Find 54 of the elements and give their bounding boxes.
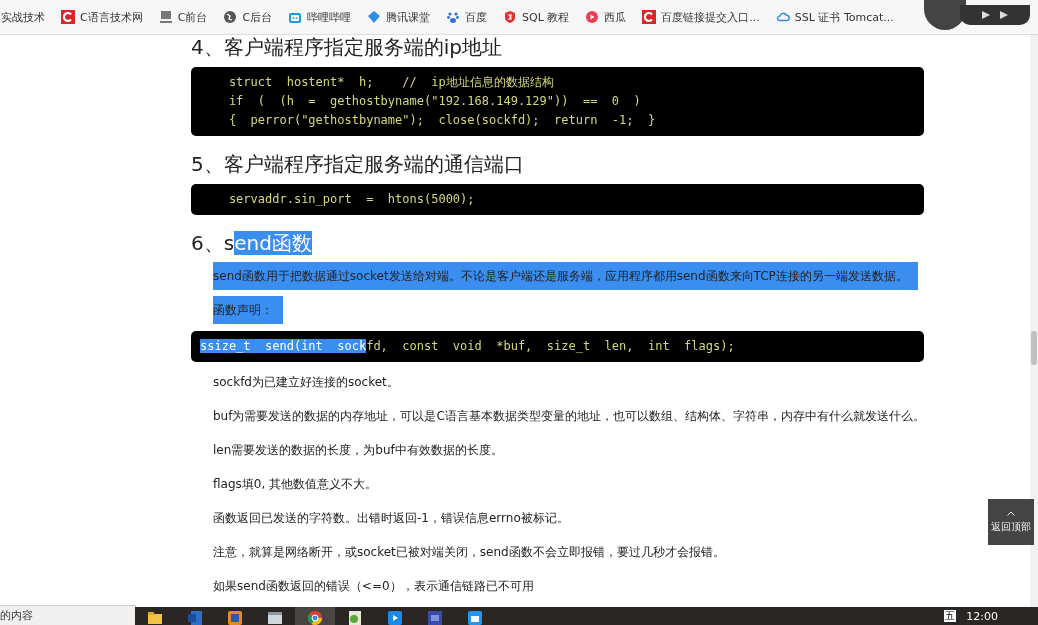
bookmark-link[interactable]: 实战技术: [1, 9, 45, 25]
bookmark-link[interactable]: SQL 教程: [522, 9, 570, 25]
document-icon: [346, 609, 364, 625]
paragraph: len需要发送的数据的长度，为buf中有效数据的长度。: [213, 442, 503, 459]
cloud-icon: [775, 10, 790, 24]
bookmark-link[interactable]: C语言技术网: [80, 9, 143, 25]
bookmark-link[interactable]: 哔哩哔哩: [307, 9, 352, 25]
caret-up-icon: [1007, 510, 1015, 516]
folder-icon: [146, 609, 164, 625]
taskbar-app[interactable]: [295, 607, 335, 625]
code-block: servaddr.sin_port = htons(5000);: [191, 184, 924, 215]
bookmark-link[interactable]: 腾讯课堂: [386, 9, 431, 25]
clock[interactable]: 12:00: [966, 609, 998, 623]
bookmark-link[interactable]: 百度: [465, 9, 488, 25]
paragraph: sockfd为已建立好连接的socket。: [213, 374, 399, 391]
globe-icon: [223, 10, 238, 24]
diamond-icon: [367, 10, 382, 24]
tv-icon: [288, 10, 303, 24]
status-bubble: 的内容: [0, 605, 136, 625]
section-heading: 5、客户端程序指定服务端的通信端口: [191, 152, 525, 177]
window-icon: [266, 609, 284, 625]
c-logo-icon: [642, 10, 657, 24]
paragraph: 如果send函数返回的错误（<=0），表示通信链路已不可用: [213, 578, 534, 595]
shield-icon: [503, 10, 518, 24]
bookmark-link[interactable]: C后台: [242, 9, 273, 25]
paragraph: 函数返回已发送的字符数。出错时返回-1，错误信息errno被标记。: [213, 510, 569, 527]
play-icon: [585, 10, 600, 24]
bookmark-link[interactable]: C前台: [177, 9, 208, 25]
paragraph: send函数用于把数据通过socket发送给对端。不论是客户端还是服务端，应用程序都用send函数来向TCP连接的另一端发送数据。: [213, 262, 918, 290]
back-to-top-button[interactable]: 返回顶部: [988, 499, 1034, 545]
paw-icon: [446, 10, 461, 24]
browser-icon: [306, 609, 324, 625]
app-icon: [466, 609, 484, 625]
paragraph: buf为需要发送的数据的内存地址，可以是C语言基本数据类型变量的地址，也可以数组、结构体、字符串，内存中有什么就发送什么。: [213, 408, 925, 425]
paragraph: 函数声明：: [213, 296, 283, 324]
square-app-icon: [226, 609, 244, 625]
monitor-icon: [158, 10, 173, 24]
video-icon: [386, 609, 404, 625]
bookmark-link[interactable]: SSL 证书 Tomcat...: [794, 9, 894, 25]
c-logo-icon: [61, 10, 75, 24]
document-icon: [186, 609, 204, 625]
code-block: struct hostent* h; // ip地址信息的数据结构 if ( (h = gethostbyname("192.168.149.129")) == 0 ) { perror("gethostbyname"); close(sockfd); return -1; }: [191, 67, 924, 136]
input-method-indicator[interactable]: 五: [944, 610, 957, 622]
section-heading: 6、send函数: [191, 231, 313, 256]
code-block: ssize_t send(int sockfd, const void *buf, size_t len, int flags);: [191, 331, 924, 362]
section-heading: 4、客户端程序指定服务端的ip地址: [191, 35, 503, 60]
player-controls[interactable]: [960, 5, 1030, 25]
app-icon: [426, 609, 444, 625]
bookmark-link[interactable]: 百度链接提交入口...: [661, 9, 760, 25]
paragraph: 注意，就算是网络断开，或socket已被对端关闭，send函数不会立即报错，要过几秒才会报错。: [213, 544, 725, 561]
record-button[interactable]: [924, 0, 966, 30]
bookmark-link[interactable]: 西瓜: [604, 9, 627, 25]
paragraph: flags填0, 其他数值意义不大。: [213, 476, 378, 493]
scrollbar-thumb[interactable]: [1031, 331, 1037, 365]
